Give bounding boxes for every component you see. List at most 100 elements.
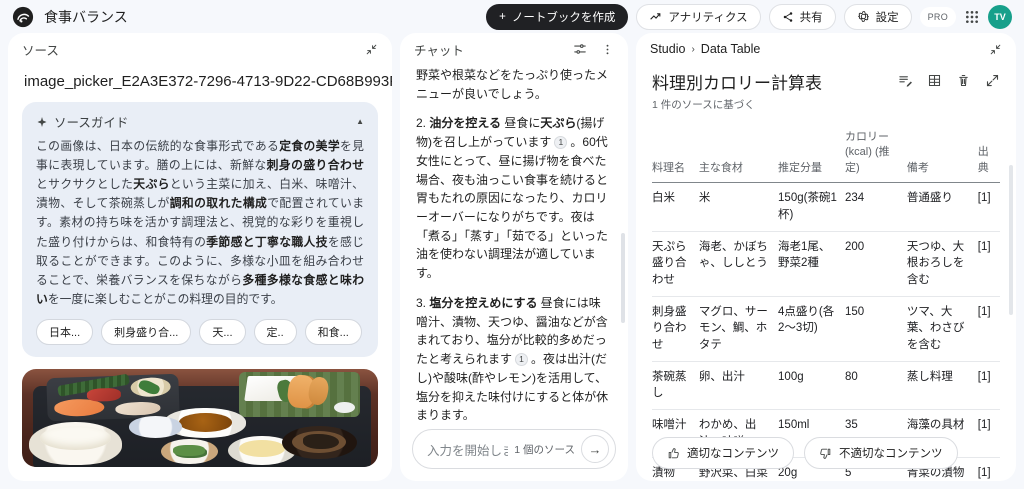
send-button[interactable]: → [581, 435, 609, 463]
gear-icon [857, 10, 870, 23]
kebab-menu-icon[interactable] [601, 43, 614, 56]
delete-icon[interactable] [956, 73, 971, 88]
citation-chip[interactable]: 1 [515, 353, 528, 366]
pro-badge: PRO [920, 7, 956, 27]
text-segment: 3. [416, 296, 429, 310]
table-column-header: 推定分量 [778, 126, 845, 183]
edit-note-icon[interactable] [898, 73, 913, 88]
topic-chip[interactable]: 和食... [305, 319, 362, 345]
table-cell: [1] [978, 183, 1000, 231]
topic-chip[interactable]: 天... [199, 319, 245, 345]
plus-icon: + [499, 11, 506, 23]
chat-scrollbar[interactable] [621, 233, 625, 323]
text-segment: 2. [416, 116, 429, 130]
table-cell: 150g(茶碗1杯) [778, 183, 845, 231]
calorie-table: 料理名主な食材推定分量カロリー (kcal) (推定)備考出典 白米米150g(… [652, 126, 1000, 481]
data-table-title: 料理別カロリー計算表 [652, 69, 822, 94]
sparkle-icon [36, 116, 48, 128]
sources-panel-header: ソース [8, 33, 392, 65]
breadcrumb-data-table: Data Table [701, 42, 761, 56]
analytics-button[interactable]: アナリティクス [636, 4, 760, 30]
table-row: 天ぷら盛り合わせ海老、かぼちゃ、ししとう海老1尾、野菜2種200天つゆ、大根おろ… [652, 231, 1000, 296]
photo-rice-bowl [29, 422, 122, 465]
table-cell: 天つゆ、大根おろしを含む [907, 231, 978, 296]
table-cell: ツマ、大葉、わさびを含む [907, 296, 978, 361]
table-column-header: 備考 [907, 126, 978, 183]
table-cell: [1] [978, 231, 1000, 296]
photo-tempura-plate [239, 372, 360, 417]
notebooklm-logo-icon [12, 6, 34, 28]
topic-chip[interactable]: 日本... [36, 319, 93, 345]
table-cell: 茶碗蒸し [652, 361, 699, 409]
breadcrumb: Studio › Data Table [650, 42, 760, 56]
trending-up-icon [649, 10, 662, 23]
text-segment: 油分を控える [429, 116, 501, 130]
chat-input[interactable]: 入力を開始します... [427, 440, 508, 459]
table-column-header: カロリー (kcal) (推定) [845, 126, 907, 183]
studio-panel-header: Studio › Data Table [636, 33, 1016, 65]
text-segment: 。60代女性にとって、昼に揚げ物を食べた場合、夜も油っこい食事を続けると胃もたれ… [416, 135, 608, 280]
table-grid-icon[interactable] [927, 73, 942, 88]
text-segment: 調和の取れた構成 [170, 196, 268, 210]
chat-message-block: 3. 塩分を控えめにする 昼食には味噌汁、漬物、天つゆ、醤油などが含まれており、… [416, 294, 612, 421]
table-column-header: 料理名 [652, 126, 699, 183]
table-cell: 卵、出汁 [699, 361, 778, 409]
photo-miso-soup [282, 426, 357, 459]
table-cell: 白米 [652, 183, 699, 231]
notebook-title: 食事バランス [44, 7, 128, 27]
breadcrumb-studio[interactable]: Studio [650, 42, 685, 56]
tune-icon[interactable] [573, 42, 587, 56]
text-segment: 野菜や根菜などをたっぷり使ったメニューが良いでしょう。 [416, 68, 608, 101]
topic-chip[interactable]: 刺身盛り合... [101, 319, 191, 345]
photo-sashimi-plate [46, 374, 179, 422]
table-cell: マグロ、サーモン、鯛、ホタテ [699, 296, 778, 361]
open-in-full-icon[interactable] [985, 73, 1000, 88]
table-cell: 蒸し料理 [907, 361, 978, 409]
table-column-header: 主な食材 [699, 126, 778, 183]
chat-source-count: 1 個のソース [514, 442, 575, 457]
share-button[interactable]: 共有 [769, 4, 836, 30]
photo-side-dish [129, 416, 182, 438]
collapse-panel-icon[interactable] [989, 43, 1002, 56]
table-header-row: 料理名主な食材推定分量カロリー (kcal) (推定)備考出典 [652, 126, 1000, 183]
thumbs-down-icon [819, 447, 832, 460]
text-segment: とサクサクとした [36, 177, 133, 191]
chat-message-stream: 野菜や根菜などをたっぷり使ったメニューが良いでしょう。 2. 油分を控える 昼食に… [400, 55, 628, 421]
table-cell: [1] [978, 409, 1000, 457]
data-table-subtitle: 1 件のソースに基づく [652, 97, 822, 112]
chat-panel: チャット 野菜や根菜などをたっぷり使ったメニューが良いでしょう。2. 油分を控え… [400, 33, 628, 481]
collapse-guide-icon[interactable]: ▲ [356, 117, 364, 126]
food-photo[interactable] [22, 369, 378, 467]
user-avatar[interactable]: TV [988, 5, 1012, 29]
table-row: 白米米150g(茶碗1杯)234普通盛り[1] [652, 183, 1000, 231]
citation-chip[interactable]: 1 [554, 136, 567, 149]
apps-grid-icon[interactable] [964, 9, 980, 25]
thumbs-up-icon [667, 447, 680, 460]
table-cell: 海老1尾、野菜2種 [778, 231, 845, 296]
text-segment: を一度に楽しむことがこの料理の目的です。 [48, 292, 283, 306]
studio-scrollbar[interactable] [1009, 165, 1013, 315]
create-notebook-button[interactable]: + ノートブックを作成 [486, 4, 628, 30]
thumbs-down-button[interactable]: 不適切なコンテンツ [804, 437, 958, 469]
topic-chip[interactable]: 定.. [254, 319, 297, 345]
text-segment: 定食の美学 [279, 139, 340, 153]
collapse-panel-icon[interactable] [365, 43, 378, 56]
thumbs-up-button[interactable]: 適切なコンテンツ [652, 437, 794, 469]
table-cell: 200 [845, 231, 907, 296]
source-guide-title: ソースガイド [54, 112, 128, 131]
text-segment: 天ぷら [540, 116, 576, 130]
table-cell: [1] [978, 458, 1000, 481]
table-cell: 80 [845, 361, 907, 409]
source-filename[interactable]: image_picker_E2A3E372-7296-4713-9D22-CD6… [8, 65, 392, 92]
table-cell: [1] [978, 361, 1000, 409]
text-segment: 昼食に [501, 116, 540, 130]
table-row: 刺身盛り合わせマグロ、サーモン、鯛、ホタテ4点盛り(各2〜3切)150ツマ、大葉… [652, 296, 1000, 361]
feedback-row: 適切なコンテンツ 不適切なコンテンツ [652, 437, 958, 469]
settings-button[interactable]: 設定 [844, 4, 912, 30]
source-guide-card: ソースガイド ▲ この画像は、日本の伝統的な食事形式である定食の美学を見事に表現… [22, 102, 378, 357]
photo-pickles [161, 439, 218, 464]
table-cell: 米 [699, 183, 778, 231]
chat-message-block: 野菜や根菜などをたっぷり使ったメニューが良いでしょう。 [416, 66, 612, 103]
table-column-header: 出典 [978, 126, 1000, 183]
text-segment: 季節感と丁寧な職人技 [206, 235, 328, 249]
